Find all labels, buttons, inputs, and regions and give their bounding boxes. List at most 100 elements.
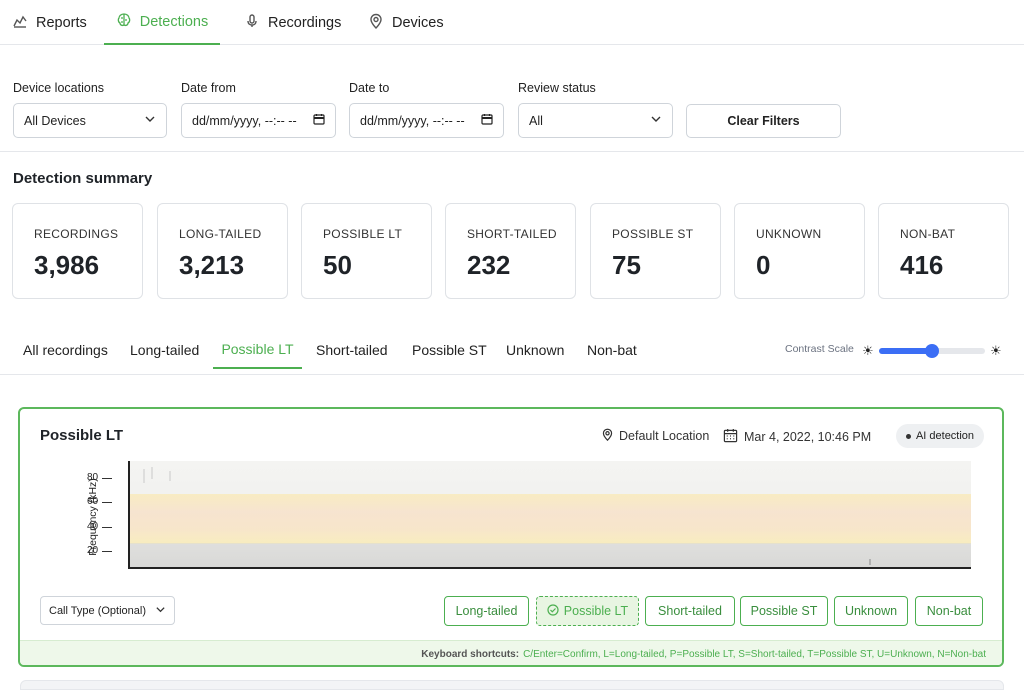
- contrast-scale-label: Contrast Scale: [785, 343, 854, 355]
- chart-line-icon: [12, 13, 28, 33]
- shortcuts-title: Keyboard shortcuts:: [421, 648, 520, 660]
- location-pin-icon: [368, 13, 384, 33]
- summary-card-label: POSSIBLE ST: [612, 227, 694, 241]
- ai-detection-badge-text: AI detection: [915, 430, 975, 442]
- label-short-tailed-button[interactable]: Short-tailed: [645, 596, 735, 626]
- label-possible-lt-text: Possible LT: [563, 604, 629, 618]
- tab-reports-label: Reports: [36, 14, 87, 31]
- detection-subtabs: All recordings Long-tailed Possible LT S…: [0, 330, 1024, 375]
- summary-title: Detection summary: [13, 170, 153, 187]
- subtab-unknown[interactable]: Unknown: [506, 330, 564, 369]
- summary-card-non-bat: NON-BAT 416: [878, 203, 1009, 299]
- tab-detections-label: Detections: [139, 13, 209, 30]
- summary-card-possible-st: POSSIBLE ST 75: [590, 203, 721, 299]
- detection-panel: Possible LT Default Location Mar 4, 2022…: [18, 407, 1004, 667]
- sun-bright-icon: ☀: [990, 343, 1002, 358]
- summary-card-short-tailed: SHORT-TAILED 232: [445, 203, 576, 299]
- summary-card-value: 50: [323, 250, 352, 280]
- label-non-bat-button[interactable]: Non-bat: [915, 596, 983, 626]
- tab-devices[interactable]: Devices: [368, 0, 444, 45]
- subtab-non-bat[interactable]: Non-bat: [587, 330, 637, 369]
- y-tick-line: [102, 478, 112, 479]
- summary-card-value: 75: [612, 250, 641, 280]
- review-status-value: All: [529, 113, 543, 128]
- summary-card-value: 416: [900, 250, 944, 280]
- review-status-select[interactable]: All: [518, 103, 673, 138]
- call-type-select[interactable]: Call Type (Optional): [40, 596, 175, 625]
- summary-card-label: NON-BAT: [900, 227, 956, 241]
- location-pin-icon: [601, 428, 614, 444]
- summary-card-value: 232: [467, 250, 511, 280]
- spectrogram-image: [130, 461, 971, 567]
- detection-location: Default Location: [601, 428, 709, 444]
- calendar-icon[interactable]: [313, 113, 325, 128]
- check-circle-icon: [547, 603, 559, 619]
- detection-title: Possible LT: [40, 427, 124, 444]
- ai-detection-badge: AI detection: [896, 424, 984, 448]
- y-tick-line: [102, 527, 112, 528]
- detection-datetime-text: Mar 4, 2022, 10:46 PM: [744, 430, 872, 444]
- summary-card-unknown: UNKNOWN 0: [734, 203, 865, 299]
- y-tick-20: 20: [87, 545, 99, 556]
- chevron-down-icon: [155, 604, 166, 618]
- summary-card-possible-lt: POSSIBLE LT 50: [301, 203, 432, 299]
- tab-reports[interactable]: Reports: [12, 0, 87, 45]
- clear-filters-button[interactable]: Clear Filters: [686, 104, 841, 138]
- summary-card-label: POSSIBLE LT: [323, 227, 403, 241]
- summary-card-label: LONG-TAILED: [179, 227, 262, 241]
- date-from-value: dd/mm/yyyy, --:-- --: [192, 113, 297, 128]
- y-tick-40: 40: [87, 521, 99, 532]
- top-nav: Reports Detections Recordings Devices: [0, 0, 1024, 45]
- date-to-input[interactable]: dd/mm/yyyy, --:-- --: [349, 103, 504, 138]
- y-tick-80: 80: [87, 472, 99, 483]
- date-to-label: Date to: [349, 81, 390, 95]
- date-to-value: dd/mm/yyyy, --:-- --: [360, 113, 465, 128]
- subtab-possible-st[interactable]: Possible ST: [412, 330, 487, 369]
- contrast-slider[interactable]: [879, 344, 985, 358]
- calendar-icon: [723, 428, 738, 446]
- microphone-icon: [244, 13, 260, 33]
- summary-card-value: 3,213: [179, 250, 245, 280]
- call-type-placeholder: Call Type (Optional): [49, 604, 147, 617]
- filters-bar: Device locations All Devices Date from d…: [0, 46, 1024, 152]
- badge-dot-icon: [905, 433, 911, 439]
- summary-card-recordings: RECORDINGS 3,986: [12, 203, 143, 299]
- chevron-down-icon: [650, 113, 662, 128]
- date-from-label: Date from: [181, 81, 236, 95]
- detection-location-text: Default Location: [619, 429, 710, 443]
- label-long-tailed-button[interactable]: Long-tailed: [444, 596, 529, 626]
- subtab-all-recordings[interactable]: All recordings: [23, 330, 108, 369]
- detection-datetime: Mar 4, 2022, 10:46 PM: [723, 428, 871, 446]
- subtab-short-tailed[interactable]: Short-tailed: [316, 330, 388, 369]
- label-possible-lt-button[interactable]: Possible LT: [536, 596, 639, 626]
- tab-recordings[interactable]: Recordings: [244, 0, 341, 45]
- chevron-down-icon: [144, 113, 156, 128]
- contrast-slider-thumb[interactable]: [925, 344, 939, 358]
- summary-card-value: 0: [756, 250, 771, 280]
- next-detection-panel-edge: [20, 680, 1004, 690]
- date-from-input[interactable]: dd/mm/yyyy, --:-- --: [181, 103, 336, 138]
- sun-dim-icon: ☀: [862, 343, 874, 358]
- summary-card-label: UNKNOWN: [756, 227, 822, 241]
- summary-card-label: RECORDINGS: [34, 227, 119, 241]
- subtab-long-tailed[interactable]: Long-tailed: [130, 330, 199, 369]
- label-unknown-button[interactable]: Unknown: [834, 596, 908, 626]
- calendar-icon[interactable]: [481, 113, 493, 128]
- spectrogram[interactable]: [128, 461, 971, 569]
- tab-recordings-label: Recordings: [268, 14, 342, 31]
- tab-detections[interactable]: Detections: [104, 0, 220, 45]
- device-locations-label: Device locations: [13, 81, 105, 95]
- review-status-label: Review status: [518, 81, 596, 95]
- device-locations-select[interactable]: All Devices: [13, 103, 167, 138]
- y-tick-60: 60: [87, 496, 99, 507]
- summary-card-label: SHORT-TAILED: [467, 227, 557, 241]
- subtab-possible-lt[interactable]: Possible LT: [213, 330, 302, 369]
- label-possible-st-button[interactable]: Possible ST: [740, 596, 828, 626]
- device-locations-value: All Devices: [24, 113, 86, 128]
- brain-icon: [116, 12, 132, 32]
- y-tick-line: [102, 551, 112, 552]
- summary-card-long-tailed: LONG-TAILED 3,213: [157, 203, 288, 299]
- keyboard-shortcuts-bar: Keyboard shortcuts: C/Enter=Confirm, L=L…: [20, 640, 1002, 665]
- tab-devices-label: Devices: [392, 14, 444, 31]
- summary-card-value: 3,986: [34, 250, 100, 280]
